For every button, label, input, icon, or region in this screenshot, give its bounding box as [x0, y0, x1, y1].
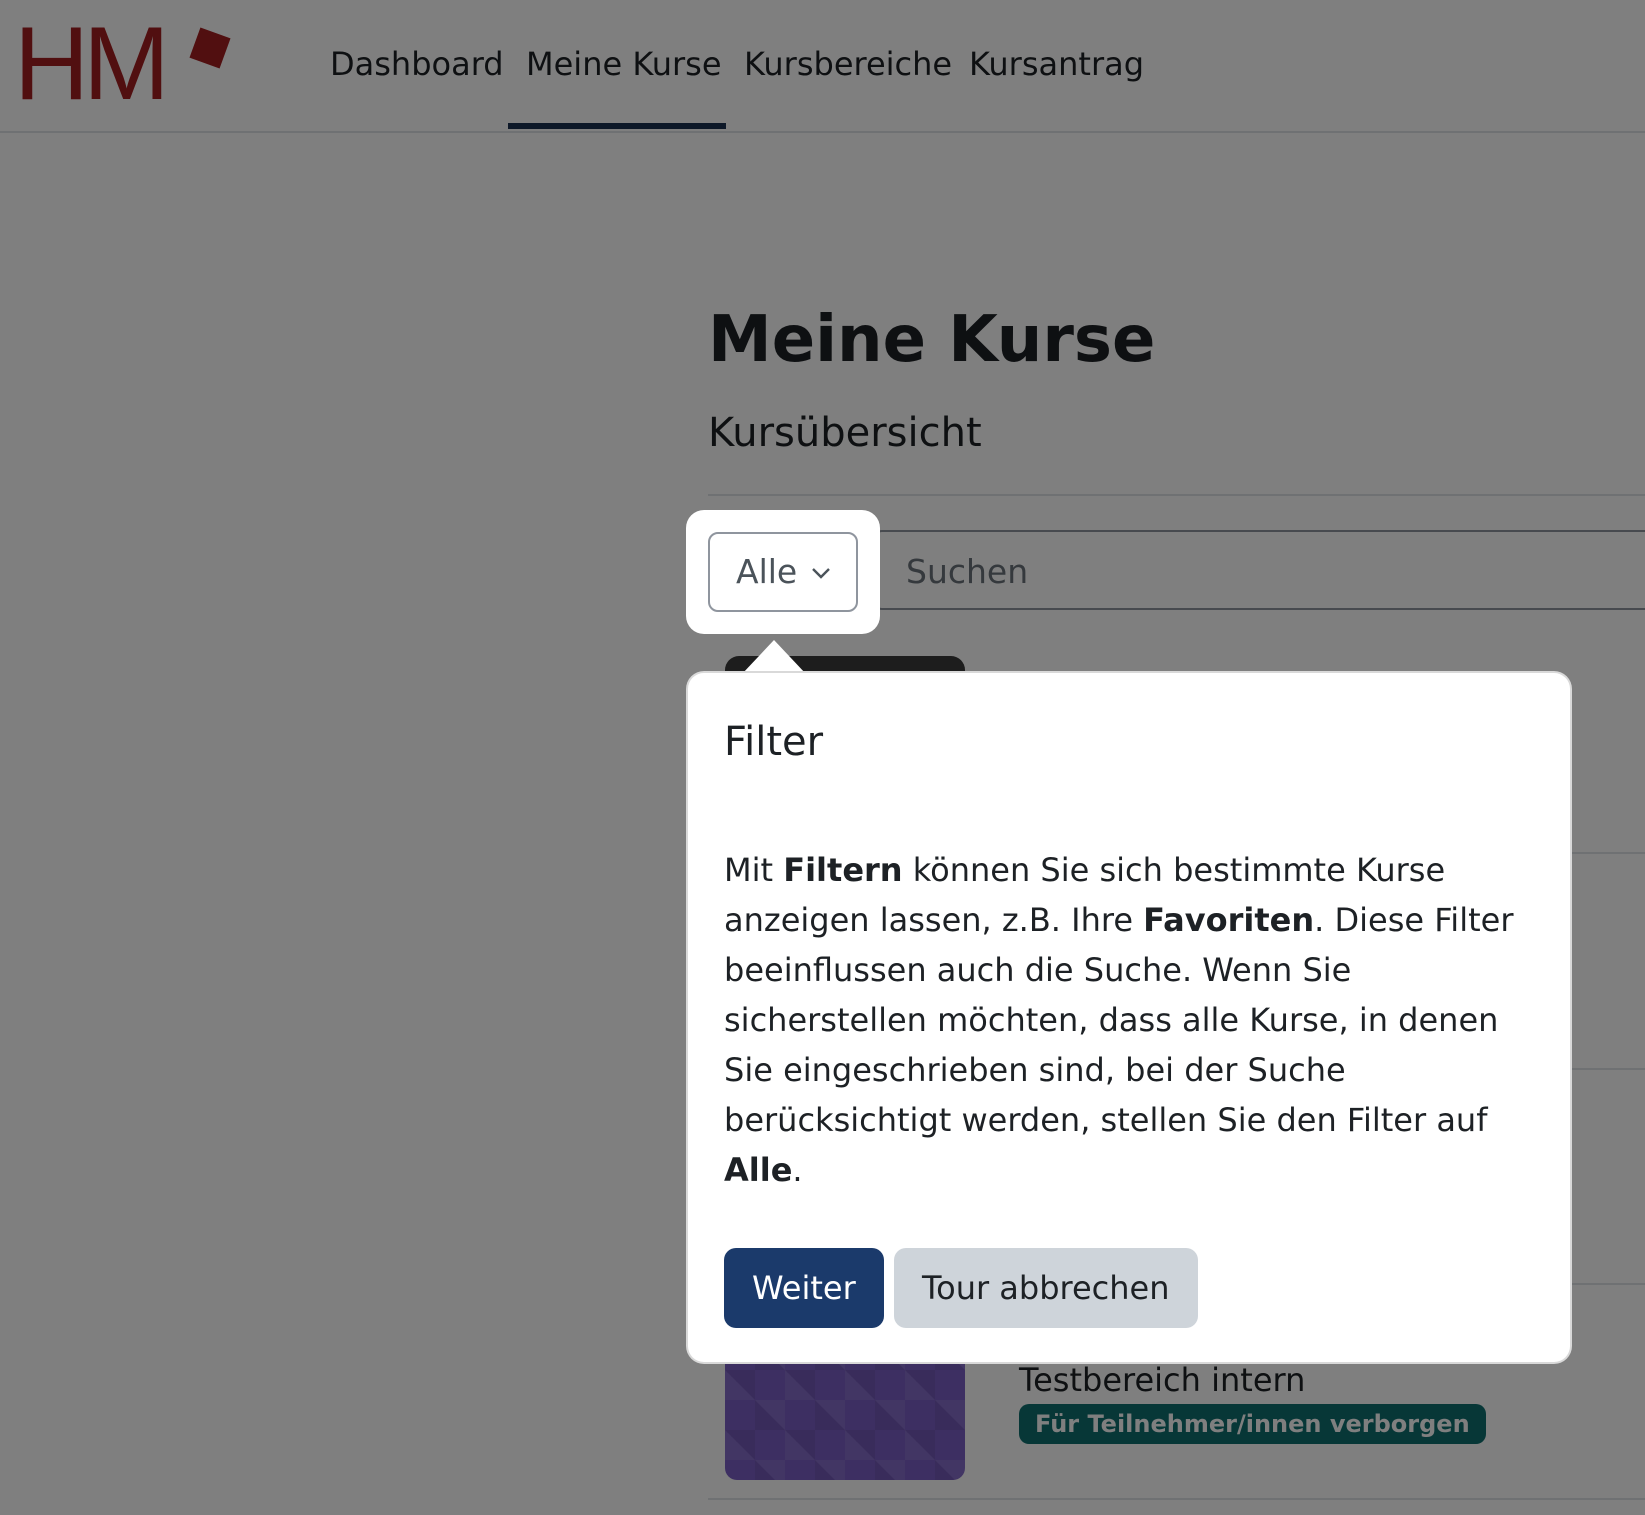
popover-arrow [742, 640, 806, 674]
cancel-tour-button[interactable]: Tour abbrechen [894, 1248, 1198, 1328]
body-text: . [792, 1151, 803, 1189]
body-bold-text: Filtern [783, 851, 903, 889]
body-text: Mit [724, 851, 784, 889]
chevron-down-icon [812, 568, 830, 579]
body-bold-text: Favoriten [1143, 901, 1315, 939]
popover-body: Mit Filtern können Sie sich bestimmte Ku… [724, 845, 1544, 1195]
filter-selected-value: Alle [736, 552, 798, 591]
filter-dropdown[interactable]: Alle [708, 532, 858, 612]
body-bold-text: Alle [724, 1151, 793, 1189]
popover-title: Filter [724, 719, 824, 765]
tour-popover: Filter Mit Filtern können Sie sich besti… [686, 671, 1572, 1364]
next-button[interactable]: Weiter [724, 1248, 884, 1328]
